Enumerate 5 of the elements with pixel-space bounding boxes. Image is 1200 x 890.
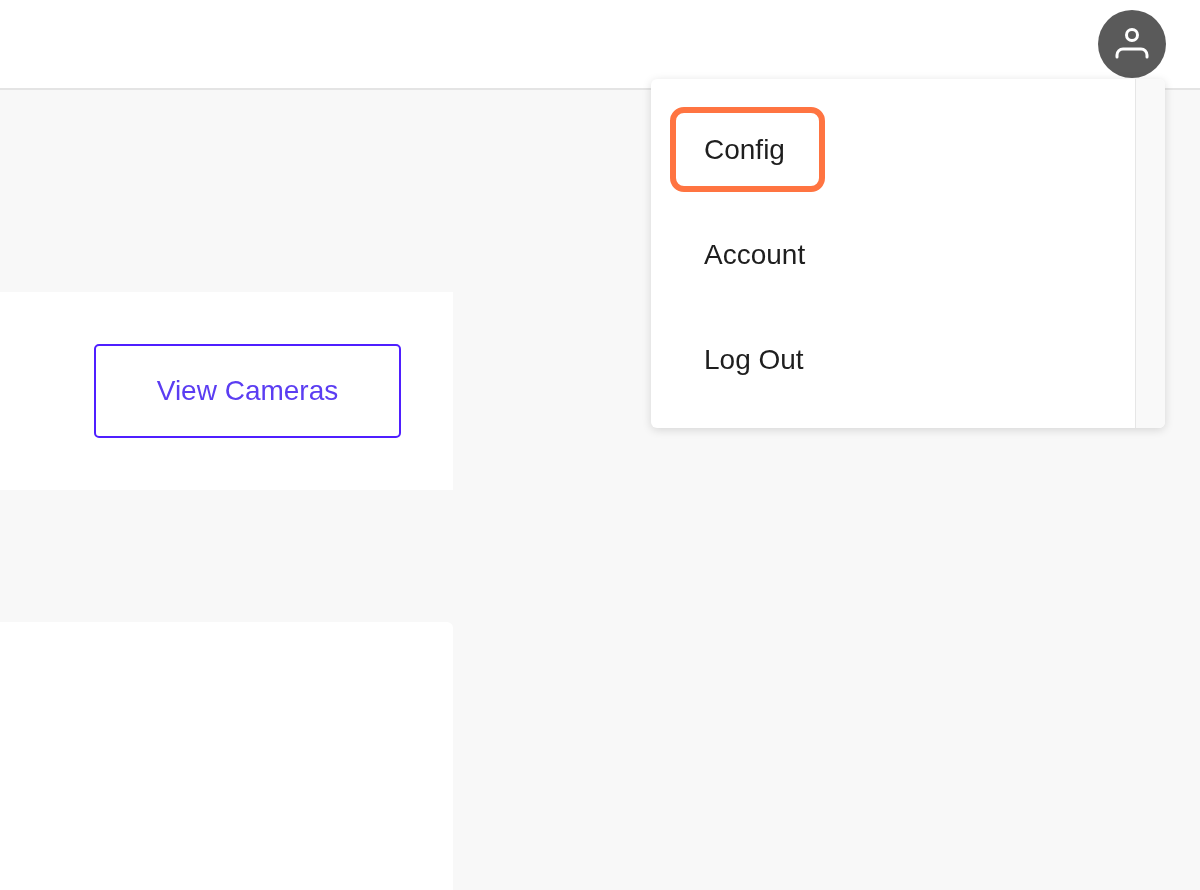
view-cameras-button[interactable]: View Cameras — [94, 344, 401, 438]
menu-item[interactable]: Config — [670, 107, 825, 192]
menu-item[interactable]: Log Out — [670, 317, 844, 402]
menu-item[interactable]: Account — [670, 212, 846, 297]
user-avatar-icon[interactable] — [1098, 10, 1166, 78]
